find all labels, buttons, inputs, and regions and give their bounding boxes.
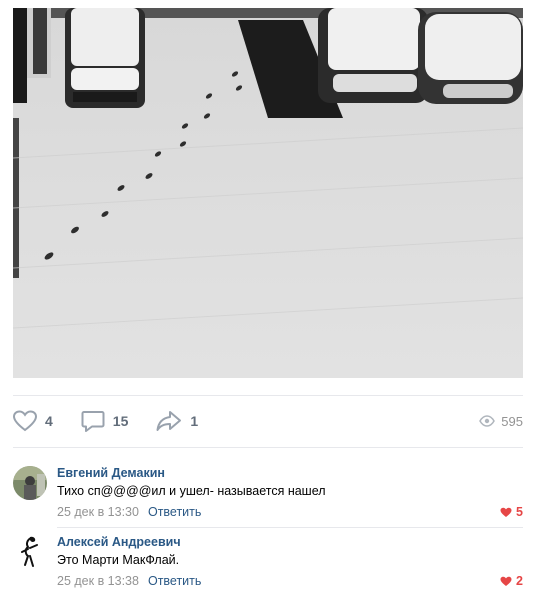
comment-item: Евгений Демакин Тихо сп@@@@ил и ушел- на… — [13, 466, 523, 522]
shares-count: 1 — [190, 413, 199, 429]
car-left — [65, 8, 145, 108]
avatar-photo-icon — [13, 466, 47, 500]
divider-comments — [13, 447, 523, 448]
heart-filled-icon — [500, 576, 512, 586]
post-action-bar: 4 15 1 595 — [13, 405, 523, 437]
comment-like-button[interactable]: 2 — [500, 574, 523, 588]
share-arrow-icon — [156, 411, 182, 431]
views-count: 595 — [501, 413, 523, 429]
avatar[interactable] — [13, 535, 47, 569]
comment-item: Алексей Андреевич Это Марти МакФлай. 25 … — [13, 535, 523, 591]
comment-like-count: 2 — [516, 574, 523, 588]
likes-count: 4 — [45, 413, 53, 429]
car-right — [418, 12, 523, 104]
comment-text: Это Марти МакФлай. — [57, 553, 180, 567]
share-button[interactable]: 1 — [156, 410, 198, 432]
comments-count: 15 — [112, 413, 129, 429]
comment-icon — [81, 411, 105, 432]
avatar[interactable] — [13, 466, 47, 500]
comment-date[interactable]: 25 дек в 13:38 — [57, 574, 139, 588]
post-photo[interactable] — [13, 8, 523, 378]
comment-like-button[interactable]: 5 — [500, 505, 523, 519]
comment-date[interactable]: 25 дек в 13:30 — [57, 505, 139, 519]
comment-author[interactable]: Алексей Андреевич — [57, 535, 523, 549]
comment-button[interactable]: 15 — [81, 410, 129, 432]
reply-button[interactable]: Ответить — [148, 505, 201, 519]
heart-icon — [13, 410, 37, 432]
avatar-drawing-icon — [13, 535, 47, 569]
comment-author[interactable]: Евгений Демакин — [57, 466, 523, 480]
heart-filled-icon — [500, 507, 512, 517]
views-counter: 595 — [479, 405, 523, 437]
eye-icon — [479, 415, 496, 427]
comment-like-count: 5 — [516, 505, 523, 519]
like-button[interactable]: 4 — [13, 410, 53, 432]
divider-top — [13, 395, 523, 396]
divider-between-comments — [57, 527, 523, 528]
reply-button[interactable]: Ответить — [148, 574, 201, 588]
snowy-parking-lot-image — [13, 8, 523, 378]
car-middle — [318, 8, 428, 103]
comment-text: Тихо сп@@@@ил и ушел- называется нашел — [57, 484, 326, 498]
